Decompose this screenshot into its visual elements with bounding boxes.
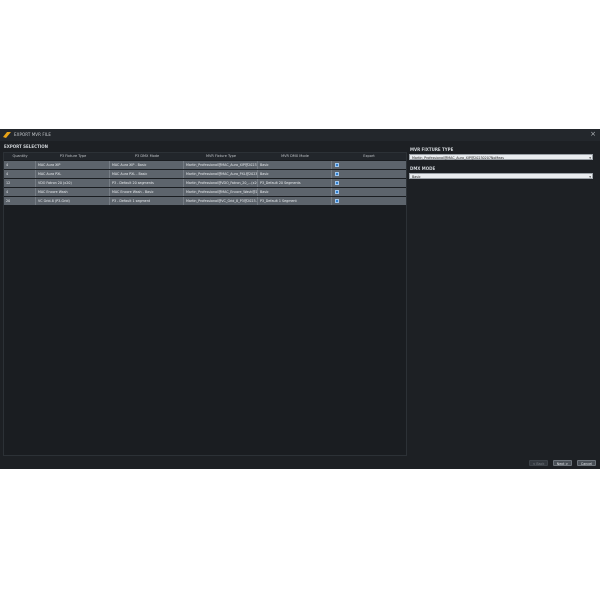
cell-p3-fixture-type: MAC Encore Wash [36, 188, 110, 196]
export-selection-label: EXPORT SELECTION [4, 144, 48, 149]
table-header: Quantity P3 Fixture Type P3 DMX Mode MVR… [4, 153, 406, 160]
cell-p3-fixture-type: MAC Aura XIP [36, 161, 110, 169]
table-row[interactable]: 4 MAC Aura XIP MAC Aura XIP - Basic Mart… [4, 161, 406, 169]
cell-p3-dmx-mode: P3 - Default 1 segment [110, 197, 184, 205]
cell-mvr-dmx-mode[interactable]: P3_Default 1 Segment [258, 197, 332, 205]
cell-quantity: 4 [4, 188, 36, 196]
cell-p3-dmx-mode: MAC Aura XIP - Basic [110, 161, 184, 169]
cell-mvr-fixture-type[interactable]: Martin_Professional@VC_Grid_8_P3@2023... [184, 197, 258, 205]
column-header-mvr-dmx-mode[interactable]: MVR DMX Mode [258, 153, 332, 160]
title-bar: EXPORT MVR FILE × [0, 129, 600, 141]
export-mvr-dialog: EXPORT MVR FILE × EXPORT SELECTION Quant… [0, 129, 600, 469]
cell-p3-fixture-type: VC Grid-8 (P3-Grid) [36, 197, 110, 205]
column-header-quantity[interactable]: Quantity [4, 153, 36, 160]
export-checkbox[interactable] [335, 163, 339, 167]
cell-mvr-fixture-type[interactable]: Martin_Professional@MAC_Aura_PXL@2023... [184, 170, 258, 178]
export-checkbox[interactable] [335, 199, 339, 203]
dmx-mode-select[interactable]: Basic ▾ [409, 173, 593, 179]
cell-quantity: 4 [4, 161, 36, 169]
dmx-mode-value: Basic [412, 175, 421, 179]
table-row[interactable]: 20 VC Grid-8 (P3-Grid) P3 - Default 1 se… [4, 197, 406, 205]
mvr-fixture-type-label: MVR FIXTURE TYPE [410, 147, 454, 152]
export-selection-panel: Quantity P3 Fixture Type P3 DMX Mode MVR… [3, 152, 407, 456]
cell-p3-dmx-mode: P3 - Default 20 segments [110, 179, 184, 187]
back-button[interactable]: < Back [529, 460, 548, 466]
cell-mvr-dmx-mode[interactable]: P3_Default 20 Segments [258, 179, 332, 187]
cell-mvr-fixture-type[interactable]: Martin_Professional@VDO_Fatron_20_...(x2… [184, 179, 258, 187]
column-header-mvr-fixture-type[interactable]: MVR Fixture Type [184, 153, 258, 160]
cell-p3-fixture-type: VDO Fatron 20 (x20) [36, 179, 110, 187]
table-row[interactable]: 12 VDO Fatron 20 (x20) P3 - Default 20 s… [4, 179, 406, 187]
cell-p3-dmx-mode: MAC Aura PXL - Basic [110, 170, 184, 178]
table-row[interactable]: 4 MAC Aura PXL MAC Aura PXL - Basic Mart… [4, 170, 406, 178]
chevron-down-icon: ▾ [589, 175, 591, 179]
column-header-p3-dmx-mode[interactable]: P3 DMX Mode [110, 153, 184, 160]
cell-quantity: 4 [4, 170, 36, 178]
export-checkbox[interactable] [335, 172, 339, 176]
cell-quantity: 20 [4, 197, 36, 205]
cancel-button[interactable]: Cancel [577, 460, 596, 466]
cell-mvr-dmx-mode[interactable]: Basic [258, 161, 332, 169]
cell-mvr-dmx-mode[interactable]: Basic [258, 188, 332, 196]
cell-mvr-fixture-type[interactable]: Martin_Professional@MAC_Encore_Wash@20..… [184, 188, 258, 196]
window-title: EXPORT MVR FILE [14, 132, 52, 137]
martin-logo-icon [3, 132, 11, 138]
export-checkbox[interactable] [335, 190, 339, 194]
export-checkbox[interactable] [335, 181, 339, 185]
cell-p3-dmx-mode: MAC Encore Wash - Basic [110, 188, 184, 196]
cell-quantity: 12 [4, 179, 36, 187]
column-header-p3-fixture-type[interactable]: P3 Fixture Type [36, 153, 110, 160]
chevron-down-icon: ▾ [589, 156, 591, 160]
table-row[interactable]: 4 MAC Encore Wash MAC Encore Wash - Basi… [4, 188, 406, 196]
dmx-mode-label: DMX MODE [410, 166, 436, 171]
next-button[interactable]: Next > [553, 460, 572, 466]
column-header-export[interactable]: Export [332, 153, 406, 160]
cell-mvr-dmx-mode[interactable]: Basic [258, 170, 332, 178]
mvr-fixture-type-select[interactable]: Martin_Professional@MAC_Aura_XIP@2023020… [409, 154, 593, 160]
close-icon[interactable]: × [589, 130, 597, 139]
cell-mvr-fixture-type[interactable]: Martin_Professional@MAC_Aura_XIP@20231..… [184, 161, 258, 169]
cell-p3-fixture-type: MAC Aura PXL [36, 170, 110, 178]
mvr-fixture-type-value: Martin_Professional@MAC_Aura_XIP@2023020… [412, 156, 505, 160]
